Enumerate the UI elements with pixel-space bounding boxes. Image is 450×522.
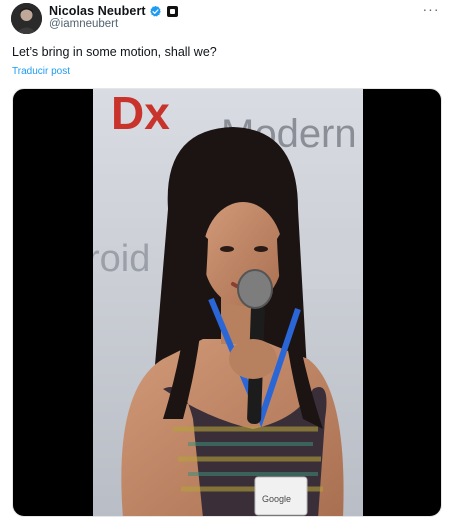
more-horizontal-icon[interactable]: ··· — [422, 2, 440, 16]
verified-check-icon — [149, 5, 161, 17]
video-frame[interactable]: Dx Modern roid Google — [93, 89, 363, 516]
author-handle[interactable]: @iamneubert — [49, 18, 118, 30]
name-badge-text: Google — [262, 494, 291, 504]
video-player[interactable]: Dx Modern roid Google — [12, 88, 442, 517]
avatar-portrait-icon — [11, 3, 42, 34]
author-display-name[interactable]: Nicolas Neubert — [49, 4, 146, 18]
affiliation-badge-icon[interactable] — [166, 5, 178, 17]
tweet-card: Nicolas Neubert @iamneubert ··· Let’s br… — [0, 0, 450, 522]
tweet-text: Let’s bring in some motion, shall we? — [12, 45, 217, 59]
backdrop-sign-dx: Dx — [111, 89, 170, 139]
translate-post-link[interactable]: Traducir post — [12, 66, 70, 77]
video-still-image: Dx Modern roid Google — [93, 89, 363, 516]
avatar[interactable] — [11, 3, 42, 34]
backdrop-sign-roid: roid — [93, 238, 150, 280]
author-name-row: Nicolas Neubert — [49, 3, 178, 19]
